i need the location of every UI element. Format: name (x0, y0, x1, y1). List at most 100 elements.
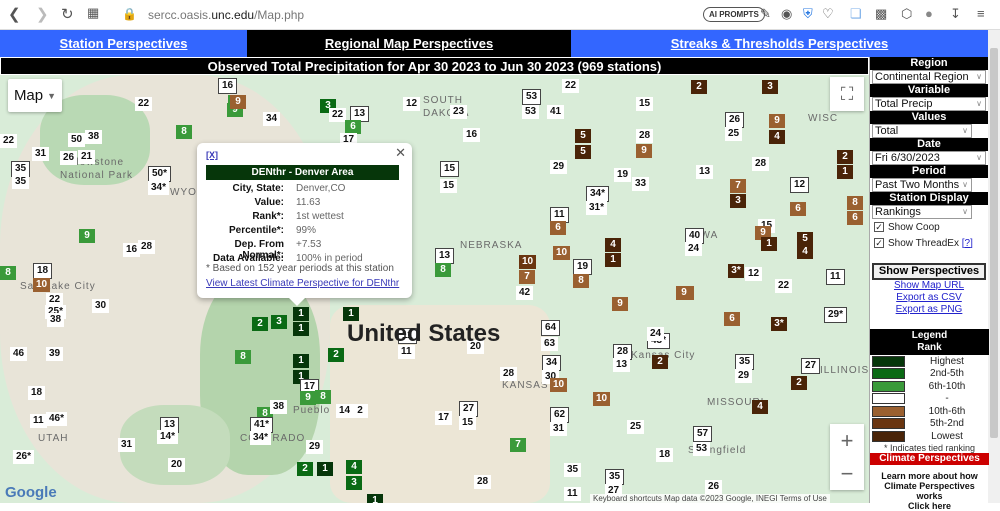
station-marker[interactable]: 13 (696, 165, 714, 179)
page-scrollbar[interactable] (988, 30, 1000, 503)
station-marker[interactable]: 29 (306, 440, 324, 454)
station-marker[interactable]: 8 (235, 350, 251, 364)
station-marker[interactable]: 31 (118, 438, 136, 452)
station-marker[interactable]: 14* (157, 430, 179, 444)
ai-prompts-button[interactable]: AI PROMPTS (703, 7, 765, 22)
station-marker[interactable]: 28 (636, 129, 654, 143)
station-marker[interactable]: 18 (28, 386, 46, 400)
profile-icon[interactable]: ● (925, 6, 933, 21)
station-marker[interactable]: 50* (148, 166, 172, 182)
station-marker[interactable]: 7 (519, 270, 535, 284)
station-marker[interactable]: 1 (293, 307, 309, 321)
region-select[interactable]: Continental Region ∨ (872, 70, 986, 84)
station-marker[interactable]: 28 (500, 367, 518, 381)
station-marker[interactable]: 46* (46, 412, 68, 426)
station-marker[interactable]: 2 (791, 376, 807, 390)
station-marker[interactable]: 3 (271, 315, 287, 329)
station-marker[interactable]: 2 (252, 317, 268, 331)
station-marker[interactable]: 1 (367, 494, 383, 503)
station-marker[interactable]: 22 (562, 79, 580, 93)
station-marker[interactable]: 46 (10, 347, 28, 361)
station-marker[interactable]: 17 (435, 411, 453, 425)
station-marker[interactable]: 3 (730, 194, 746, 208)
station-marker[interactable]: 26 (60, 151, 78, 165)
address-bar[interactable]: sercc.oasis.unc.edu/Map.php (148, 8, 304, 22)
station-marker[interactable]: 6 (724, 312, 740, 326)
station-marker[interactable]: 22 (329, 108, 347, 122)
station-marker[interactable]: 2 (328, 348, 344, 362)
station-marker[interactable]: 4 (769, 130, 785, 144)
station-marker[interactable]: 53 (693, 442, 711, 456)
variable-select[interactable]: Total Precip ∨ (872, 97, 986, 111)
cube-icon[interactable]: ⬡ (901, 6, 912, 22)
station-marker[interactable]: 3 (346, 476, 362, 490)
station-marker[interactable]: 9 (676, 286, 692, 300)
menu-icon[interactable]: ≡ (977, 6, 985, 21)
station-marker[interactable]: 38 (85, 130, 103, 144)
station-marker[interactable]: 42 (516, 286, 534, 300)
station-marker[interactable]: 29* (824, 307, 848, 323)
station-marker[interactable]: 12 (790, 177, 810, 193)
station-marker[interactable]: 19 (614, 168, 632, 182)
station-marker[interactable]: 24 (647, 327, 665, 341)
download-icon[interactable]: ↧ (950, 6, 961, 22)
station-marker[interactable]: 2 (691, 80, 707, 94)
station-marker[interactable]: 31 (550, 422, 568, 436)
threadex-help-link[interactable]: [?] (962, 238, 973, 249)
forward-icon[interactable]: ❯ (36, 5, 49, 23)
station-marker[interactable]: 1 (343, 307, 359, 321)
zoom-out-button[interactable]: − (830, 457, 864, 490)
station-marker[interactable]: 26 (725, 112, 745, 128)
checkbox-checked-icon[interactable]: ✓ (874, 238, 884, 248)
station-marker[interactable]: 12 (403, 97, 421, 111)
station-marker[interactable]: 3 (762, 80, 778, 94)
station-marker[interactable]: 35 (735, 354, 755, 370)
station-marker[interactable]: 53 (522, 89, 542, 105)
map-attribution[interactable]: Keyboard shortcuts Map data ©2023 Google… (590, 494, 830, 503)
map-type-button[interactable]: Map ▼ (8, 79, 62, 112)
station-marker[interactable]: 20 (168, 458, 186, 472)
station-marker[interactable]: 4 (346, 460, 362, 474)
station-marker[interactable]: 2 (352, 404, 368, 418)
station-marker[interactable]: 8 (0, 266, 16, 280)
station-marker[interactable]: 10 (550, 378, 568, 392)
station-marker[interactable]: 35 (12, 175, 30, 189)
station-marker[interactable]: 31* (586, 201, 608, 215)
show-threadex-checkbox[interactable]: ✓ Show ThreadEx [?] (870, 235, 988, 251)
station-marker[interactable]: 9 (79, 229, 95, 243)
station-marker[interactable]: 62 (550, 407, 570, 423)
zoom-in-button[interactable]: + (830, 424, 864, 457)
station-marker[interactable]: 9 (636, 144, 652, 158)
station-marker[interactable]: 15 (636, 97, 654, 111)
station-marker[interactable]: 3* (728, 264, 744, 278)
station-marker[interactable]: 29 (735, 369, 753, 383)
station-marker[interactable]: 10 (593, 392, 611, 406)
station-marker[interactable]: 15 (440, 161, 460, 177)
station-marker[interactable]: 10 (553, 246, 571, 260)
station-marker[interactable]: 5 (797, 232, 813, 246)
tab-streaks-thresholds-perspectives[interactable]: Streaks & Thresholds Perspectives (571, 30, 988, 57)
station-marker[interactable]: 9 (300, 391, 316, 405)
show-perspectives-button[interactable]: Show Perspectives (872, 263, 986, 280)
station-marker[interactable]: 8 (176, 125, 192, 139)
export-png-link[interactable]: Export as PNG (870, 304, 988, 316)
station-marker[interactable]: 53 (522, 105, 540, 119)
station-marker[interactable]: 11 (30, 414, 47, 428)
station-marker[interactable]: 38 (270, 400, 288, 414)
station-marker[interactable]: 34* (148, 181, 170, 195)
station-marker[interactable]: 8 (847, 196, 863, 210)
station-marker[interactable]: 33 (632, 177, 650, 191)
station-marker[interactable]: 5 (575, 145, 591, 159)
station-marker[interactable]: 23 (450, 105, 468, 119)
station-marker[interactable]: 57 (693, 426, 713, 442)
station-marker[interactable]: 8 (315, 390, 331, 404)
back-icon[interactable]: ❮ (8, 5, 21, 23)
station-marker[interactable]: 6 (847, 211, 863, 225)
station-marker[interactable]: 1 (837, 165, 853, 179)
station-marker[interactable]: 11 (826, 269, 845, 285)
station-marker[interactable]: 27 (801, 358, 821, 374)
station-marker[interactable]: 3* (771, 317, 787, 331)
edit-icon[interactable]: ✎ (760, 6, 771, 22)
station-marker[interactable]: 4 (752, 400, 768, 414)
station-marker[interactable]: 35 (564, 463, 582, 477)
